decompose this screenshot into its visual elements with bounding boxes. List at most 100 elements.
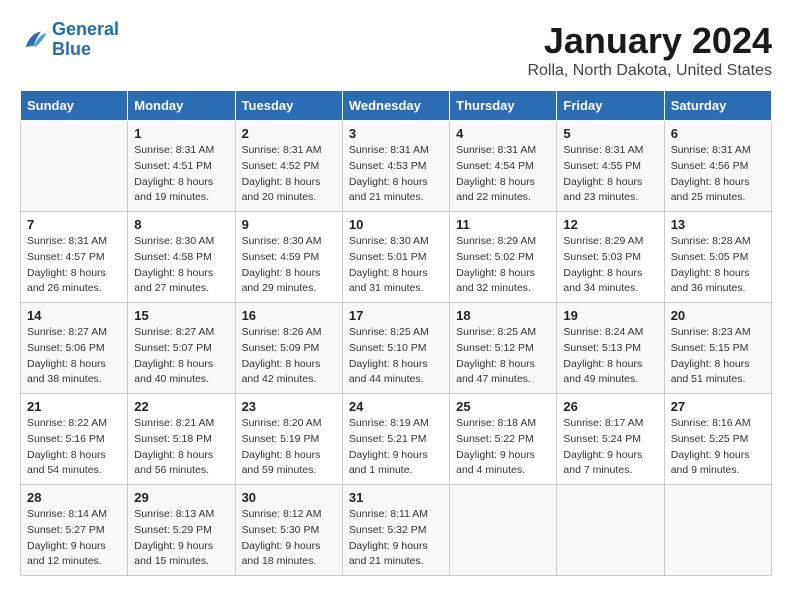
calendar-day-cell: 13 Sunrise: 8:28 AMSunset: 5:05 PMDayligh… <box>664 212 771 303</box>
calendar-week-row: 7 Sunrise: 8:31 AMSunset: 4:57 PMDaylight… <box>21 212 772 303</box>
calendar-week-row: 28 Sunrise: 8:14 AMSunset: 5:27 PMDayligh… <box>21 485 772 576</box>
day-info: Sunrise: 8:29 AMSunset: 5:02 PMDaylight:… <box>456 234 550 297</box>
day-info: Sunrise: 8:25 AMSunset: 5:12 PMDaylight:… <box>456 325 550 388</box>
calendar-day-cell: 7 Sunrise: 8:31 AMSunset: 4:57 PMDaylight… <box>21 212 128 303</box>
day-number: 7 <box>27 217 121 232</box>
day-info: Sunrise: 8:29 AMSunset: 5:03 PMDaylight:… <box>563 234 657 297</box>
calendar-week-row: 1 Sunrise: 8:31 AMSunset: 4:51 PMDaylight… <box>21 121 772 212</box>
day-number: 3 <box>349 126 443 141</box>
calendar-day-cell: 27 Sunrise: 8:16 AMSunset: 5:25 PMDayligh… <box>664 394 771 485</box>
calendar-day-cell: 12 Sunrise: 8:29 AMSunset: 5:03 PMDayligh… <box>557 212 664 303</box>
day-info: Sunrise: 8:13 AMSunset: 5:29 PMDaylight:… <box>134 507 228 570</box>
day-header-thursday: Thursday <box>450 91 557 121</box>
day-info: Sunrise: 8:11 AMSunset: 5:32 PMDaylight:… <box>349 507 443 570</box>
calendar-day-cell: 21 Sunrise: 8:22 AMSunset: 5:16 PMDayligh… <box>21 394 128 485</box>
calendar-day-cell: 15 Sunrise: 8:27 AMSunset: 5:07 PMDayligh… <box>128 303 235 394</box>
day-number: 20 <box>671 308 765 323</box>
calendar-day-cell: 18 Sunrise: 8:25 AMSunset: 5:12 PMDayligh… <box>450 303 557 394</box>
day-info: Sunrise: 8:31 AMSunset: 4:57 PMDaylight:… <box>27 234 121 297</box>
day-info: Sunrise: 8:30 AMSunset: 4:59 PMDaylight:… <box>242 234 336 297</box>
day-info: Sunrise: 8:19 AMSunset: 5:21 PMDaylight:… <box>349 416 443 479</box>
day-info: Sunrise: 8:25 AMSunset: 5:10 PMDaylight:… <box>349 325 443 388</box>
calendar-day-cell: 3 Sunrise: 8:31 AMSunset: 4:53 PMDaylight… <box>342 121 449 212</box>
day-number: 17 <box>349 308 443 323</box>
day-info: Sunrise: 8:31 AMSunset: 4:52 PMDaylight:… <box>242 143 336 206</box>
calendar-day-cell <box>450 485 557 576</box>
calendar-day-cell: 5 Sunrise: 8:31 AMSunset: 4:55 PMDaylight… <box>557 121 664 212</box>
day-number: 22 <box>134 399 228 414</box>
calendar-day-cell: 30 Sunrise: 8:12 AMSunset: 5:30 PMDayligh… <box>235 485 342 576</box>
calendar-day-cell: 22Sunrise: 8:21 AMSunset: 5:18 PMDayligh… <box>128 394 235 485</box>
day-info: Sunrise: 8:31 AMSunset: 4:55 PMDaylight:… <box>563 143 657 206</box>
day-info: Sunrise: 8:30 AMSunset: 4:58 PMDaylight:… <box>134 234 228 297</box>
day-info: Sunrise: 8:28 AMSunset: 5:05 PMDaylight:… <box>671 234 765 297</box>
day-info: Sunrise: 8:18 AMSunset: 5:22 PMDaylight:… <box>456 416 550 479</box>
day-number: 18 <box>456 308 550 323</box>
day-number: 30 <box>242 490 336 505</box>
calendar-day-cell: 26Sunrise: 8:17 AMSunset: 5:24 PMDayligh… <box>557 394 664 485</box>
day-number: 14 <box>27 308 121 323</box>
calendar-day-cell: 11 Sunrise: 8:29 AMSunset: 5:02 PMDayligh… <box>450 212 557 303</box>
day-number: 9 <box>242 217 336 232</box>
calendar-day-cell <box>21 121 128 212</box>
day-number: 6 <box>671 126 765 141</box>
day-number: 4 <box>456 126 550 141</box>
calendar-day-cell: 23 Sunrise: 8:20 AMSunset: 5:19 PMDayligh… <box>235 394 342 485</box>
day-number: 11 <box>456 217 550 232</box>
calendar-week-row: 21 Sunrise: 8:22 AMSunset: 5:16 PMDayligh… <box>21 394 772 485</box>
day-info: Sunrise: 8:27 AMSunset: 5:07 PMDaylight:… <box>134 325 228 388</box>
calendar-day-cell: 17 Sunrise: 8:25 AMSunset: 5:10 PMDayligh… <box>342 303 449 394</box>
calendar-table: SundayMondayTuesdayWednesdayThursdayFrid… <box>20 90 772 576</box>
day-number: 15 <box>134 308 228 323</box>
day-info: Sunrise: 8:31 AMSunset: 4:53 PMDaylight:… <box>349 143 443 206</box>
day-number: 28 <box>27 490 121 505</box>
day-number: 21 <box>27 399 121 414</box>
day-info: Sunrise: 8:20 AMSunset: 5:19 PMDaylight:… <box>242 416 336 479</box>
calendar-day-cell: 9 Sunrise: 8:30 AMSunset: 4:59 PMDaylight… <box>235 212 342 303</box>
day-number: 5 <box>563 126 657 141</box>
calendar-day-cell: 25 Sunrise: 8:18 AMSunset: 5:22 PMDayligh… <box>450 394 557 485</box>
calendar-week-row: 14Sunrise: 8:27 AMSunset: 5:06 PMDayligh… <box>21 303 772 394</box>
calendar-day-cell: 31Sunrise: 8:11 AMSunset: 5:32 PMDayligh… <box>342 485 449 576</box>
day-number: 8 <box>134 217 228 232</box>
calendar-header-row: SundayMondayTuesdayWednesdayThursdayFrid… <box>21 91 772 121</box>
day-number: 1 <box>134 126 228 141</box>
day-number: 2 <box>242 126 336 141</box>
day-info: Sunrise: 8:30 AMSunset: 5:01 PMDaylight:… <box>349 234 443 297</box>
day-info: Sunrise: 8:14 AMSunset: 5:27 PMDaylight:… <box>27 507 121 570</box>
calendar-day-cell: 4 Sunrise: 8:31 AMSunset: 4:54 PMDaylight… <box>450 121 557 212</box>
day-number: 25 <box>456 399 550 414</box>
day-info: Sunrise: 8:31 AMSunset: 4:51 PMDaylight:… <box>134 143 228 206</box>
calendar-day-cell: 1 Sunrise: 8:31 AMSunset: 4:51 PMDaylight… <box>128 121 235 212</box>
calendar-day-cell: 20 Sunrise: 8:23 AMSunset: 5:15 PMDayligh… <box>664 303 771 394</box>
calendar-day-cell: 2 Sunrise: 8:31 AMSunset: 4:52 PMDaylight… <box>235 121 342 212</box>
day-number: 26 <box>563 399 657 414</box>
day-info: Sunrise: 8:31 AMSunset: 4:54 PMDaylight:… <box>456 143 550 206</box>
day-number: 19 <box>563 308 657 323</box>
calendar-day-cell: 28 Sunrise: 8:14 AMSunset: 5:27 PMDayligh… <box>21 485 128 576</box>
day-info: Sunrise: 8:16 AMSunset: 5:25 PMDaylight:… <box>671 416 765 479</box>
day-header-friday: Friday <box>557 91 664 121</box>
day-number: 10 <box>349 217 443 232</box>
logo: General Blue <box>20 20 119 60</box>
day-number: 27 <box>671 399 765 414</box>
calendar-day-cell: 19Sunrise: 8:24 AMSunset: 5:13 PMDayligh… <box>557 303 664 394</box>
day-header-sunday: Sunday <box>21 91 128 121</box>
calendar-day-cell: 14Sunrise: 8:27 AMSunset: 5:06 PMDayligh… <box>21 303 128 394</box>
day-info: Sunrise: 8:22 AMSunset: 5:16 PMDaylight:… <box>27 416 121 479</box>
day-info: Sunrise: 8:12 AMSunset: 5:30 PMDaylight:… <box>242 507 336 570</box>
logo-icon <box>20 26 48 54</box>
title-area: January 2024 Rolla, North Dakota, United… <box>527 20 772 80</box>
calendar-day-cell <box>557 485 664 576</box>
day-number: 12 <box>563 217 657 232</box>
day-number: 23 <box>242 399 336 414</box>
day-number: 29 <box>134 490 228 505</box>
calendar-day-cell: 10 Sunrise: 8:30 AMSunset: 5:01 PMDayligh… <box>342 212 449 303</box>
calendar-day-cell: 29 Sunrise: 8:13 AMSunset: 5:29 PMDayligh… <box>128 485 235 576</box>
calendar-day-cell: 16Sunrise: 8:26 AMSunset: 5:09 PMDayligh… <box>235 303 342 394</box>
calendar-day-cell: 6Sunrise: 8:31 AMSunset: 4:56 PMDaylight… <box>664 121 771 212</box>
logo-text: General Blue <box>52 20 119 60</box>
day-number: 13 <box>671 217 765 232</box>
day-info: Sunrise: 8:23 AMSunset: 5:15 PMDaylight:… <box>671 325 765 388</box>
calendar-title: January 2024 <box>527 20 772 62</box>
